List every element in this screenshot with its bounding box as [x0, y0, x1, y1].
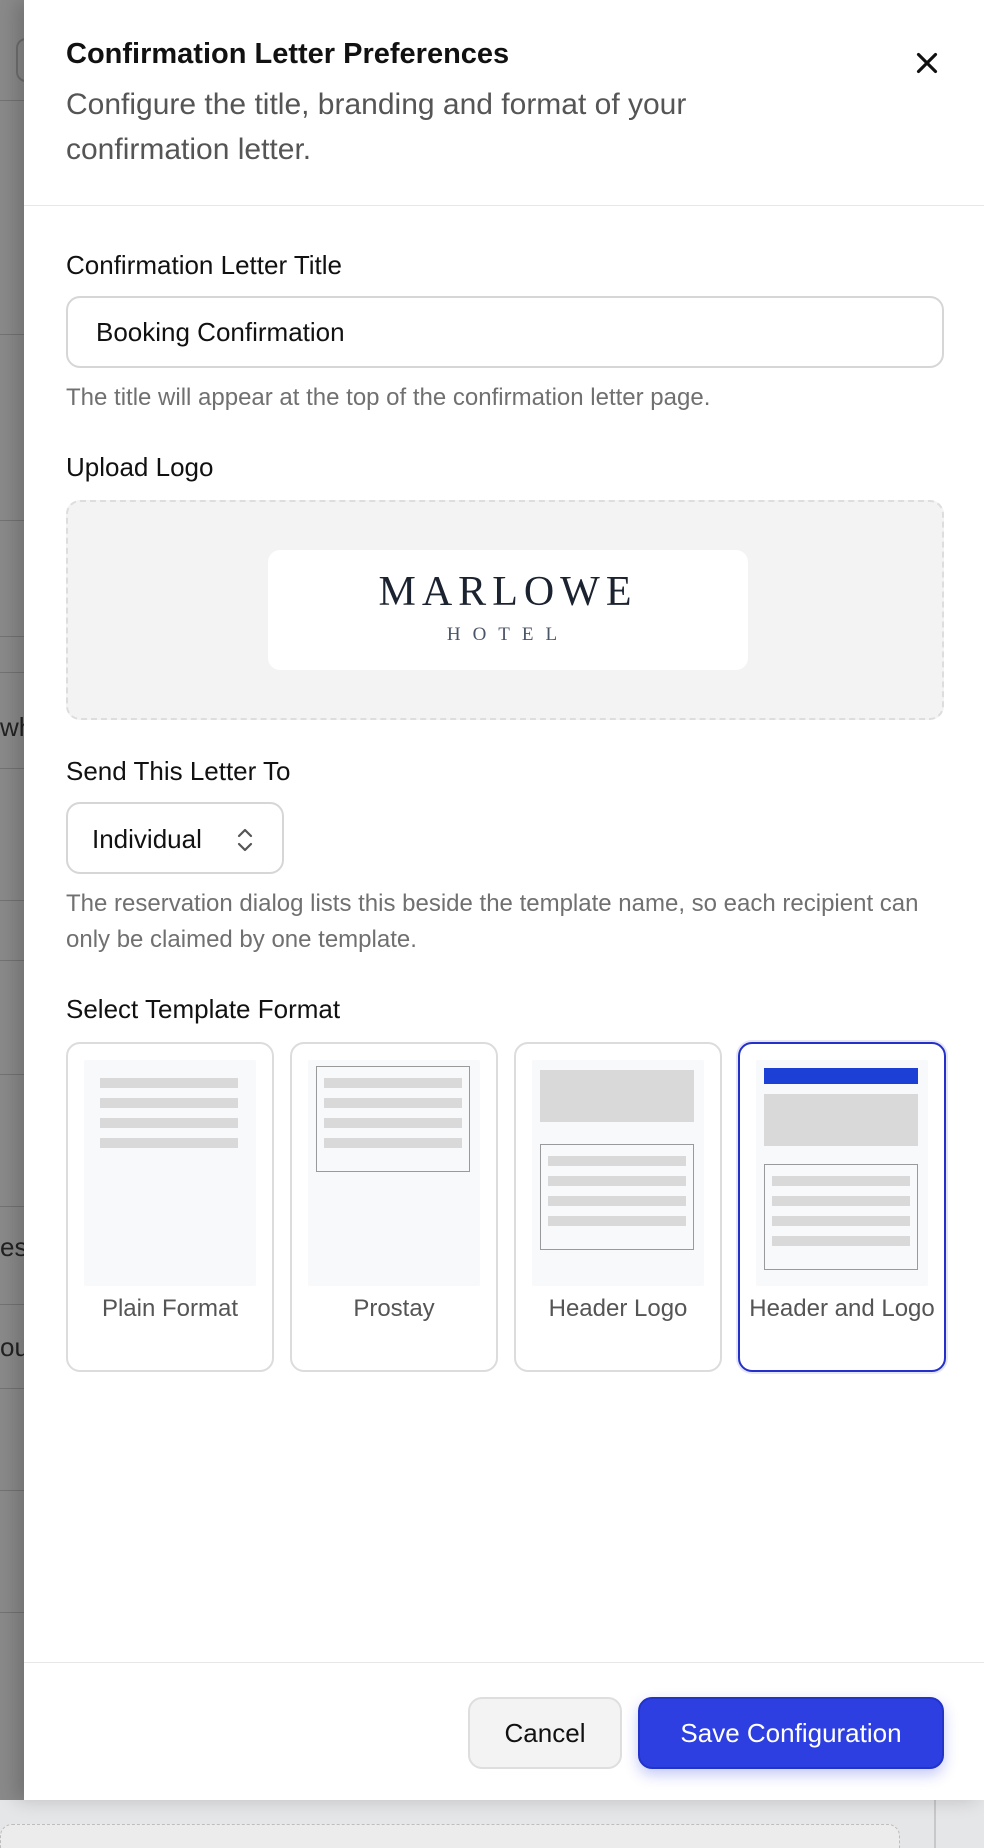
- background-divider: [934, 1800, 936, 1848]
- template-format-label: Select Template Format: [66, 994, 341, 1024]
- logo-brand-name: MARLOWE: [378, 569, 638, 615]
- letter-title-label: Confirmation Letter Title: [66, 250, 343, 280]
- header-color-bar: [764, 1068, 918, 1084]
- logo-upload-dropzone[interactable]: MARLOWE HOTEL: [66, 500, 944, 720]
- background-bottom: [0, 1800, 984, 1848]
- format-thumbnail: [532, 1060, 704, 1286]
- format-option-header-and-logo[interactable]: Header and Logo: [738, 1042, 946, 1372]
- format-option-prostay[interactable]: Prostay: [290, 1042, 498, 1372]
- cancel-button[interactable]: Cancel: [468, 1697, 622, 1769]
- letter-title-input[interactable]: [66, 296, 944, 368]
- background-card: [0, 1824, 900, 1848]
- format-option-header-logo[interactable]: Header Logo: [514, 1042, 722, 1372]
- dialog-header: Confirmation Letter Preferences Configur…: [24, 0, 984, 206]
- logo-preview: MARLOWE HOTEL: [268, 550, 748, 670]
- format-thumbnail: [756, 1060, 928, 1286]
- save-configuration-button[interactable]: Save Configuration: [638, 1697, 944, 1769]
- confirmation-letter-dialog: Confirmation Letter Preferences Configur…: [24, 0, 984, 1800]
- letter-title-help: The title will appear at the top of the …: [66, 384, 711, 411]
- format-option-label: Plain Format: [101, 1295, 239, 1322]
- template-format-options: Plain Format Prostay Header Logo Header …: [66, 1042, 946, 1372]
- chevron-up-down-icon: [237, 828, 253, 852]
- close-icon: [916, 52, 938, 74]
- format-option-plain[interactable]: Plain Format: [66, 1042, 274, 1372]
- close-button[interactable]: [910, 46, 944, 80]
- format-thumbnail: [308, 1060, 480, 1286]
- format-option-label: Header and Logo: [749, 1295, 935, 1322]
- send-to-select[interactable]: Individual: [66, 802, 284, 874]
- dialog-footer: Cancel Save Configuration: [24, 1662, 984, 1800]
- format-thumbnail: [84, 1060, 256, 1286]
- send-to-help: The reservation dialog lists this beside…: [66, 890, 919, 953]
- format-option-label: Prostay: [353, 1295, 435, 1322]
- upload-logo-label: Upload Logo: [66, 452, 214, 482]
- logo-brand-sub: HOTEL: [446, 624, 570, 645]
- send-to-selected-value: Individual: [92, 824, 202, 854]
- dialog-subtitle: Configure the title, branding and format…: [66, 88, 687, 166]
- dialog-title: Confirmation Letter Preferences: [66, 38, 510, 70]
- send-to-label: Send This Letter To: [66, 756, 291, 786]
- format-option-label: Header Logo: [548, 1295, 688, 1322]
